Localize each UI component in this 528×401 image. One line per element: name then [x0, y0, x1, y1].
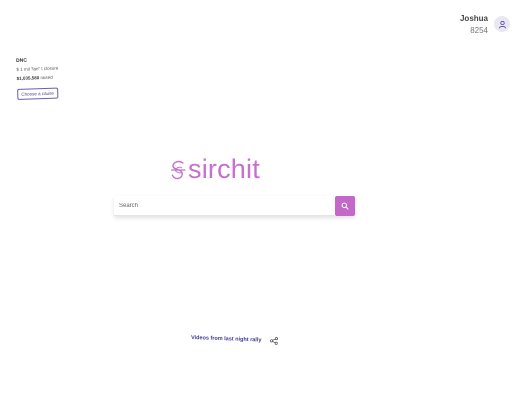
- share-icon[interactable]: [269, 337, 278, 345]
- sirchit-logo: sirchit: [170, 156, 260, 183]
- logo-text: sirchit: [188, 154, 260, 184]
- sirchit-logo-icon: [170, 160, 186, 179]
- cause-subtitle: $ 1 mil "lan" t closure: [16, 65, 59, 73]
- user-menu[interactable]: Joshua 8254: [460, 14, 510, 35]
- cause-raised-amount: $1,035,580: [16, 75, 40, 81]
- cause-org: DNC: [16, 57, 28, 64]
- user-score: 8254: [470, 25, 488, 35]
- videos-link-label[interactable]: Videos from last night rally: [191, 335, 262, 343]
- cause-raised-label: raised: [40, 74, 53, 81]
- cause-raised: $1,035,580 raised: [17, 74, 59, 81]
- user-icon: [498, 20, 506, 28]
- search-bar: [114, 196, 355, 216]
- choose-cause-button[interactable]: Choose a cause: [17, 87, 58, 100]
- page: Joshua 8254 DNC $ 1 mil "lan" t closure …: [0, 0, 528, 401]
- user-info: Joshua 8254: [460, 14, 488, 35]
- cause-widget: DNC $ 1 mil "lan" t closure $1,035,580 r…: [16, 57, 59, 102]
- search-button[interactable]: [335, 196, 355, 216]
- search-icon: [341, 202, 349, 210]
- search-input[interactable]: [114, 196, 335, 216]
- videos-link[interactable]: Videos from last night rally: [191, 334, 278, 345]
- user-name: Joshua: [459, 14, 488, 23]
- avatar[interactable]: [494, 16, 510, 32]
